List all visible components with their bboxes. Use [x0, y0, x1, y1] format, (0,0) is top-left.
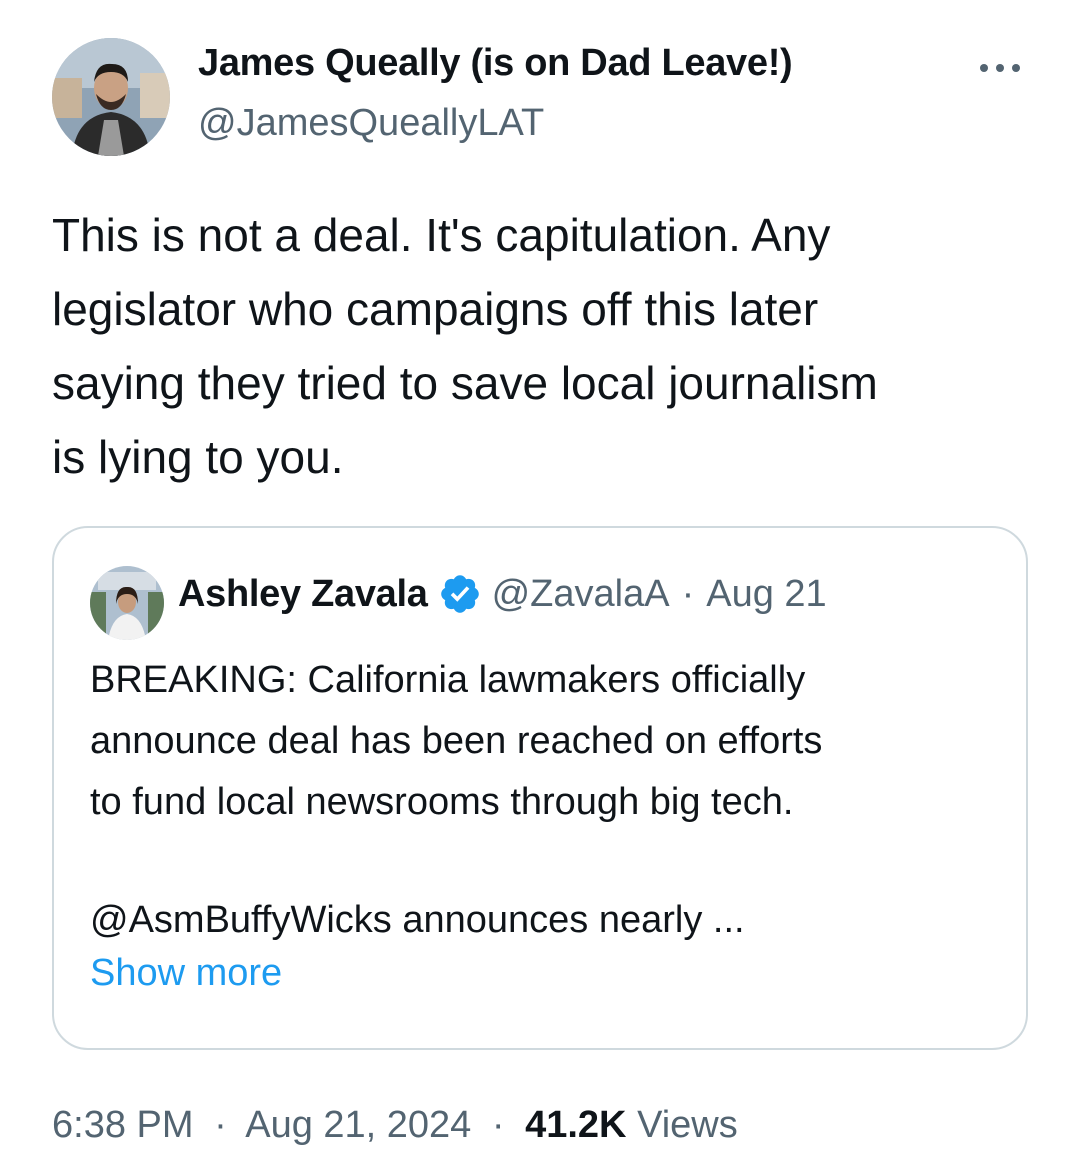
meta-separator: · — [491, 1104, 505, 1146]
show-more-link[interactable]: Show more — [90, 952, 282, 995]
tweet-date[interactable]: Aug 21, 2024 — [245, 1104, 471, 1146]
verified-badge-icon — [440, 575, 479, 613]
tweet-footer: 6:38 PM · Aug 21, 2024 · 41.2K Views — [52, 1104, 738, 1147]
views-label: Views — [637, 1104, 738, 1146]
author-avatar[interactable] — [52, 38, 170, 156]
tweet-text: This is not a deal. It's capitulation. A… — [52, 209, 878, 483]
quoted-tweet-header: Ashley Zavala @ZavalaA · Aug 21 — [178, 572, 827, 616]
author-name[interactable]: James Queally (is on Dad Leave!) — [198, 42, 793, 85]
quoted-author-name[interactable]: Ashley Zavala — [178, 573, 428, 616]
author-handle[interactable]: @JamesQueallyLAT — [198, 102, 544, 145]
quoted-tweet-text-continued: @AsmBuffyWicks announces nearly ... — [90, 899, 745, 941]
quoted-tweet-date[interactable]: Aug 21 — [706, 573, 826, 616]
ellipsis-icon[interactable] — [972, 50, 1028, 86]
quoted-author-handle[interactable]: @ZavalaA — [492, 573, 670, 616]
tweet-time[interactable]: 6:38 PM — [52, 1104, 194, 1146]
quoted-tweet-text: BREAKING: California lawmakers officiall… — [90, 659, 823, 823]
quoted-tweet-card[interactable]: Ashley Zavala @ZavalaA · Aug 21 BREAKING… — [52, 526, 1028, 1050]
meta-separator: · — [681, 572, 695, 615]
views-count: 41.2K — [525, 1104, 627, 1146]
meta-separator: · — [214, 1104, 227, 1146]
quoted-author-avatar[interactable] — [90, 566, 164, 640]
